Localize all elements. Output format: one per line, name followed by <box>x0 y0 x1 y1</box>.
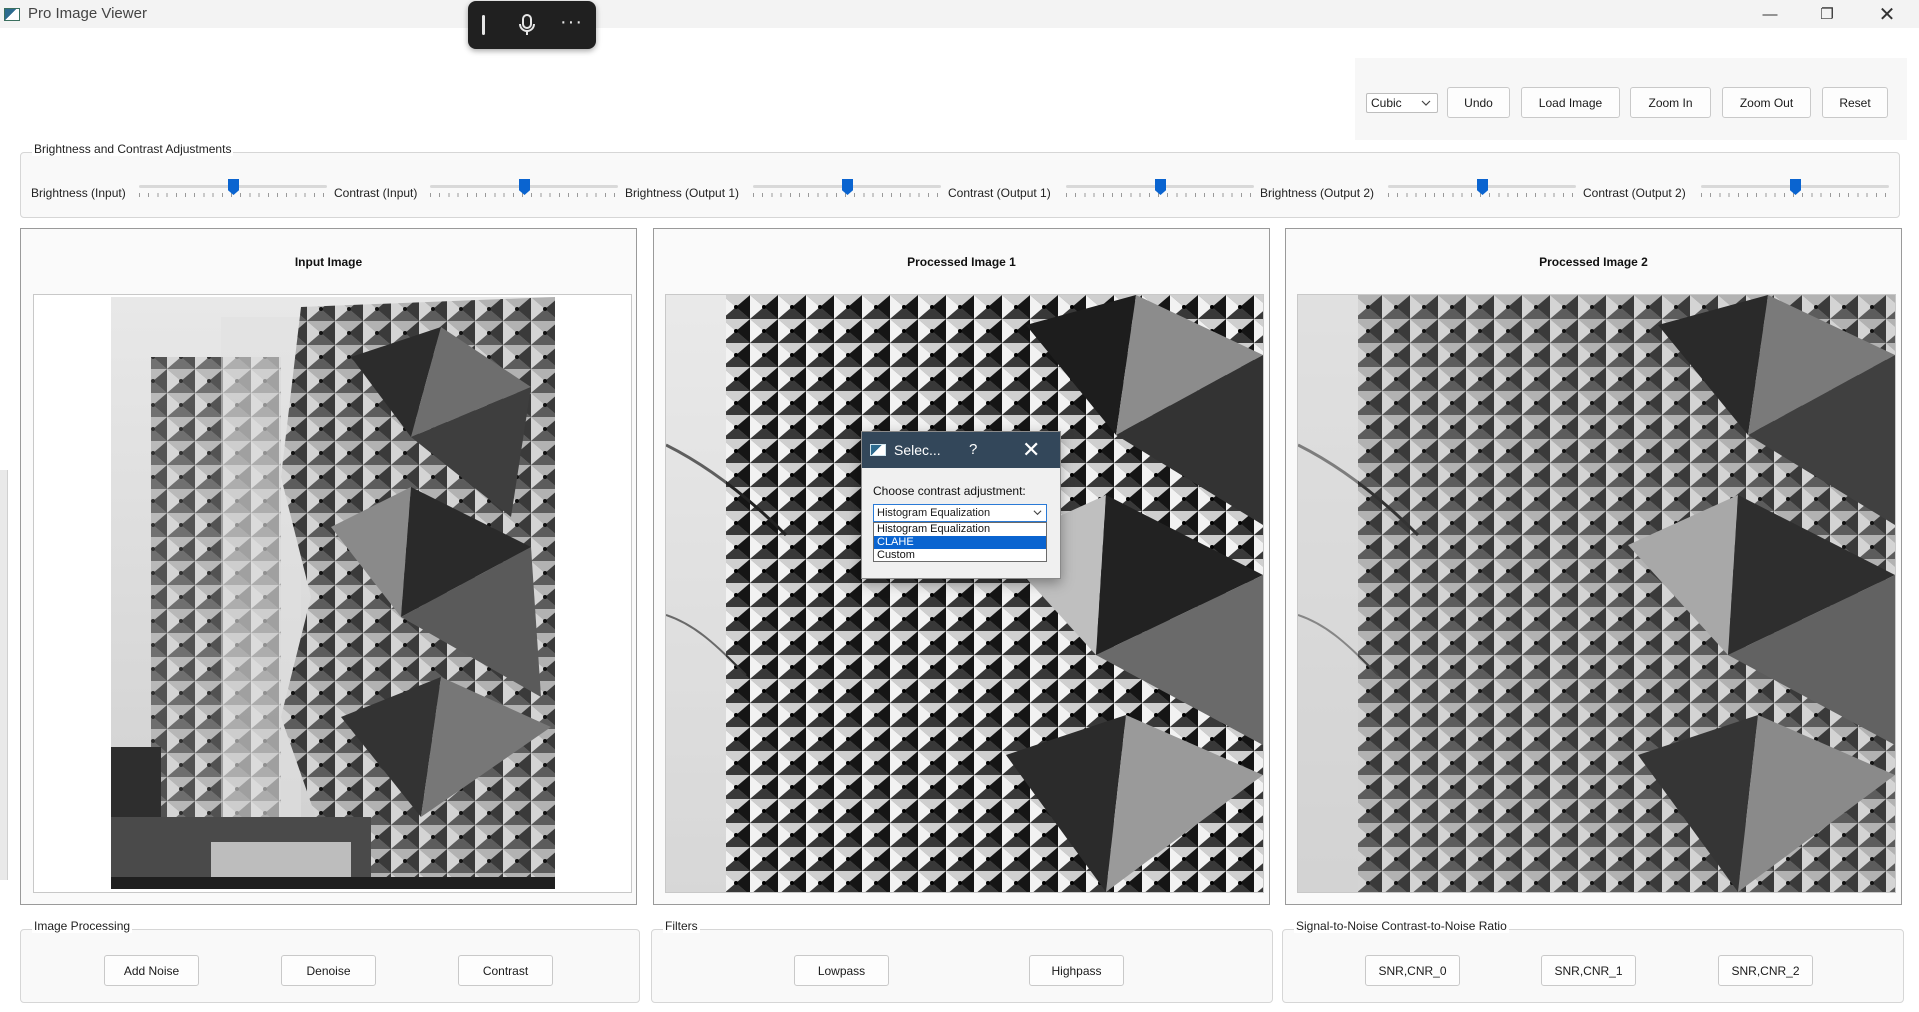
title-bar <box>0 0 1919 28</box>
input-image-panel: Input Image <box>20 228 637 905</box>
snr-cnr-0-button[interactable]: SNR,CNR_0 <box>1365 955 1460 986</box>
microphone-icon[interactable] <box>512 9 542 41</box>
processed-image-1[interactable] <box>666 295 1263 892</box>
more-options-icon[interactable]: ··· <box>560 11 583 34</box>
chevron-down-icon <box>1421 100 1431 106</box>
input-image-frame <box>33 294 632 893</box>
slider-contrast-input[interactable] <box>430 179 618 201</box>
snr-cnr-1-button[interactable]: SNR,CNR_1 <box>1541 955 1636 986</box>
side-scroll-strip <box>0 470 8 880</box>
filters-title: Filters <box>663 919 700 933</box>
slider-contrast-output1[interactable] <box>1066 179 1254 201</box>
slider-brightness-input[interactable] <box>139 179 327 201</box>
zoom-in-button[interactable]: Zoom In <box>1630 87 1711 118</box>
snr-cnr-title: Signal-to-Noise Contrast-to-Noise Ratio <box>1294 919 1509 933</box>
chevron-down-icon <box>1033 510 1042 516</box>
dialog-title-bar[interactable]: Selec... ? ✕ <box>862 432 1060 468</box>
panel-title: Processed Image 2 <box>1539 255 1648 269</box>
contrast-select-dialog: Selec... ? ✕ Choose contrast adjustment:… <box>861 431 1061 579</box>
snr-cnr-2-button[interactable]: SNR,CNR_2 <box>1718 955 1813 986</box>
contrast-method-dropdown: Histogram Equalization CLAHE Custom <box>873 522 1047 562</box>
image-processing-title: Image Processing <box>32 919 133 933</box>
contrast-method-value: Histogram Equalization <box>877 507 991 519</box>
close-button[interactable]: ✕ <box>1864 0 1910 28</box>
denoise-button[interactable]: Denoise <box>281 955 376 986</box>
dialog-close-button[interactable]: ✕ <box>1022 437 1040 463</box>
slider-brightness-output2[interactable] <box>1388 179 1576 201</box>
slider-label-brightness-output1: Brightness (Output 1) <box>625 186 740 200</box>
reset-button[interactable]: Reset <box>1822 87 1888 118</box>
filters-group <box>651 929 1273 1003</box>
processed-image-1-frame <box>665 294 1264 893</box>
option-custom[interactable]: Custom <box>874 549 1046 562</box>
minimize-button[interactable]: — <box>1747 0 1793 28</box>
slider-label-contrast-output1: Contrast (Output 1) <box>948 186 1051 200</box>
drag-grip-icon[interactable] <box>482 15 485 35</box>
dialog-label: Choose contrast adjustment: <box>873 484 1026 498</box>
input-image[interactable] <box>111 297 555 889</box>
slider-label-contrast-input: Contrast (Input) <box>334 186 418 200</box>
option-histogram-equalization[interactable]: Histogram Equalization <box>874 523 1046 536</box>
processed-image-2-frame <box>1297 294 1896 893</box>
processed-image-2-panel: Processed Image 2 <box>1285 228 1902 905</box>
slider-label-brightness-input: Brightness (Input) <box>31 186 126 200</box>
option-clahe[interactable]: CLAHE <box>874 536 1046 549</box>
load-image-button[interactable]: Load Image <box>1521 87 1620 118</box>
window-title: Pro Image Viewer <box>28 5 147 22</box>
app-icon <box>870 444 886 456</box>
help-button[interactable]: ? <box>969 441 977 458</box>
interpolation-select[interactable]: Cubic <box>1366 93 1438 113</box>
adjustments-title: Brightness and Contrast Adjustments <box>32 142 234 156</box>
interpolation-value: Cubic <box>1371 96 1402 110</box>
panel-title: Processed Image 1 <box>907 255 1016 269</box>
slider-label-brightness-output2: Brightness (Output 2) <box>1260 186 1375 200</box>
processed-image-2[interactable] <box>1298 295 1895 892</box>
undo-button[interactable]: Undo <box>1447 87 1510 118</box>
panel-title: Input Image <box>294 255 363 269</box>
slider-brightness-output1[interactable] <box>753 179 941 201</box>
contrast-method-select[interactable]: Histogram Equalization <box>873 504 1047 522</box>
slider-contrast-output2[interactable] <box>1701 179 1889 201</box>
app-icon <box>4 8 20 21</box>
dialog-title: Selec... <box>894 442 941 458</box>
voice-toolbar: ··· <box>468 1 596 49</box>
lowpass-button[interactable]: Lowpass <box>794 955 889 986</box>
contrast-button[interactable]: Contrast <box>458 955 553 986</box>
maximize-button[interactable]: ❐ <box>1804 0 1850 28</box>
slider-label-contrast-output2: Contrast (Output 2) <box>1583 186 1686 200</box>
zoom-out-button[interactable]: Zoom Out <box>1722 87 1811 118</box>
highpass-button[interactable]: Highpass <box>1029 955 1124 986</box>
add-noise-button[interactable]: Add Noise <box>104 955 199 986</box>
